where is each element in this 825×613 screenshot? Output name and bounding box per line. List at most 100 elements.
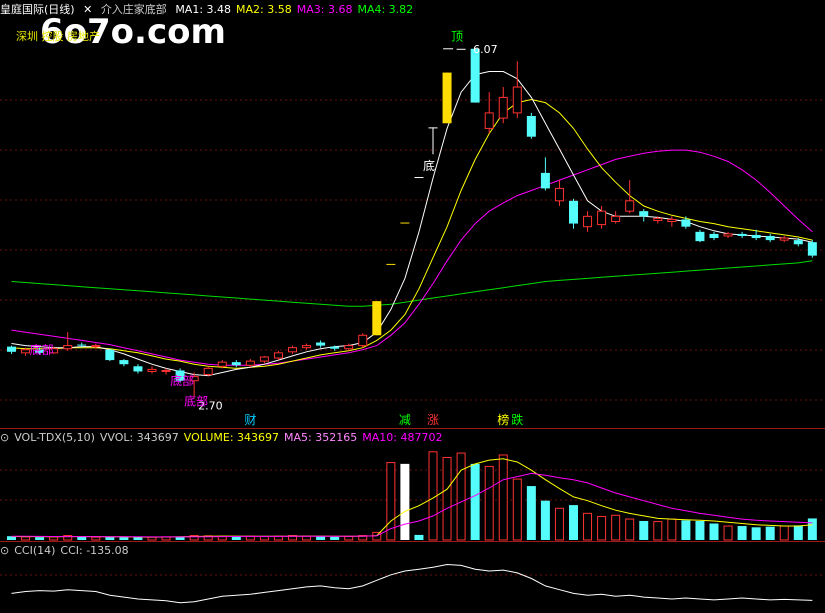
candle-body xyxy=(667,218,677,223)
volume-bar xyxy=(807,518,817,540)
event-marker: 减 xyxy=(399,413,411,427)
candle-body xyxy=(344,345,354,350)
candle-body xyxy=(695,231,705,242)
volume-bar xyxy=(765,526,775,540)
volume-bar xyxy=(611,514,621,541)
candle-body xyxy=(737,233,747,236)
candle-body xyxy=(554,187,564,202)
candle-body xyxy=(470,48,480,103)
volume-bar xyxy=(625,518,635,541)
candle-body xyxy=(807,242,817,256)
candle-body xyxy=(217,361,227,367)
candle-body xyxy=(526,116,536,137)
candle-body xyxy=(63,345,73,350)
volume-bar xyxy=(597,516,607,541)
volume-bar xyxy=(119,537,129,540)
volume-bar xyxy=(526,486,536,540)
volume-bar xyxy=(639,520,649,540)
volume-bar xyxy=(779,525,789,541)
candle-body xyxy=(428,127,438,129)
candle-body xyxy=(259,356,269,362)
ma1-line xyxy=(11,71,813,377)
candle-body xyxy=(625,200,635,212)
volume-bar xyxy=(751,527,761,540)
event-marker: 财 xyxy=(244,413,256,427)
volume-bar xyxy=(723,525,733,541)
candle-body xyxy=(358,334,368,347)
volume-bar xyxy=(540,500,550,540)
candle-body xyxy=(540,172,550,189)
candle-body xyxy=(414,177,424,179)
candle-body xyxy=(484,112,494,129)
candle-body xyxy=(512,86,522,114)
volume-bar xyxy=(330,536,340,540)
candle-body xyxy=(653,217,663,221)
candle-body xyxy=(7,346,16,352)
candle-body xyxy=(372,301,382,336)
volume-ma5-line xyxy=(11,458,813,538)
volume-bar xyxy=(667,518,677,541)
signal-label: 底 xyxy=(423,158,435,173)
candle-body xyxy=(709,233,719,239)
ma4-line xyxy=(11,260,813,307)
signal-label: 底部 xyxy=(184,394,208,409)
volume-bar xyxy=(695,520,705,540)
candle-body xyxy=(583,215,593,228)
ma3-line xyxy=(11,149,813,366)
volume-bar xyxy=(231,536,241,540)
candle-body xyxy=(779,237,789,241)
kline-chart[interactable]: 6.072.70底部底部底部底顶财减涨榜跌 xyxy=(0,0,825,613)
candle-body xyxy=(302,345,312,349)
candle-body xyxy=(147,368,157,372)
candle-body xyxy=(273,352,283,359)
volume-bar xyxy=(344,536,354,541)
volume-ma10-line xyxy=(11,472,813,538)
volume-bar xyxy=(105,536,115,540)
volume-bar xyxy=(35,537,45,540)
candle-body xyxy=(639,211,649,217)
volume-bar xyxy=(414,534,424,540)
candle-body xyxy=(765,235,775,241)
volume-bar xyxy=(498,454,508,541)
event-marker: 跌 xyxy=(511,412,523,427)
candle-body xyxy=(569,200,578,224)
event-marker: 榜 xyxy=(497,412,509,427)
volume-bar xyxy=(653,521,663,541)
candle-body xyxy=(442,72,452,124)
candle-body xyxy=(723,233,733,237)
volume-bar xyxy=(793,525,803,540)
candle-body xyxy=(77,344,87,346)
candle-body xyxy=(498,96,508,119)
event-marker: 涨 xyxy=(427,412,439,427)
candle-body xyxy=(161,369,171,372)
candle-body xyxy=(611,215,621,223)
candle-body xyxy=(133,366,143,372)
signal-label: 顶 xyxy=(451,30,463,44)
candle-body xyxy=(400,222,410,224)
volume-bar xyxy=(583,512,593,541)
candle-body xyxy=(91,345,101,348)
volume-bar xyxy=(484,465,494,541)
volume-bar xyxy=(512,478,522,541)
volume-bar xyxy=(133,537,143,540)
candle-body xyxy=(105,349,115,361)
volume-bar xyxy=(91,536,101,541)
volume-bar xyxy=(569,505,578,540)
volume-bar xyxy=(554,507,564,541)
high-price-label: 6.07 xyxy=(473,43,498,56)
volume-bar xyxy=(316,536,326,540)
candle-body xyxy=(793,240,803,245)
volume-bar xyxy=(456,452,466,541)
volume-bar xyxy=(49,536,59,541)
cci-line xyxy=(11,563,813,604)
volume-bar xyxy=(737,526,747,540)
signal-label: 底部 xyxy=(170,373,194,388)
candle-body xyxy=(288,347,297,353)
candle-body xyxy=(119,360,129,365)
ma2-line xyxy=(11,98,813,369)
candle-body xyxy=(231,362,241,366)
candle-body xyxy=(245,360,255,366)
candle-body xyxy=(316,342,326,346)
candle-body xyxy=(203,367,213,376)
volume-bar xyxy=(400,463,410,540)
